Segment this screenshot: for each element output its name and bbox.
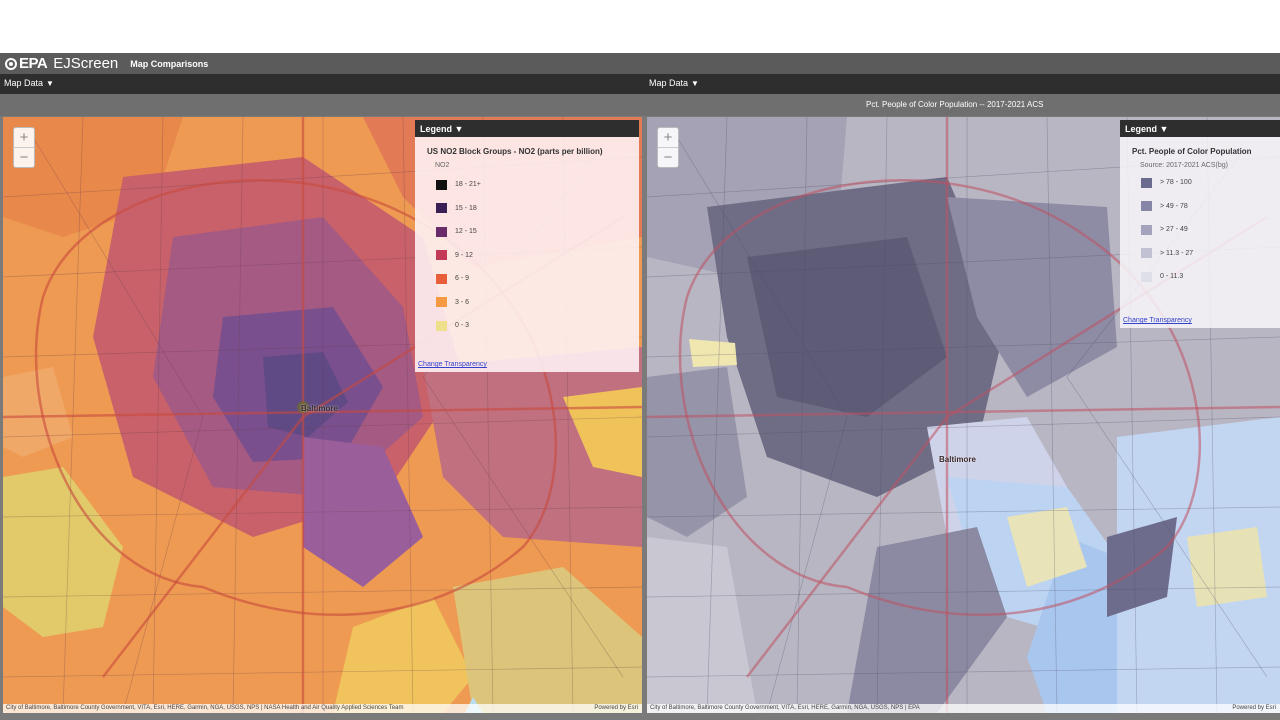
legend-row: > 49 - 78 bbox=[1141, 195, 1280, 219]
right-zoom-control: + − bbox=[657, 127, 679, 168]
legend-swatch bbox=[1141, 271, 1152, 282]
left-zoom-control: + − bbox=[13, 127, 35, 168]
right-map-attribution: City of Baltimore, Baltimore County Gove… bbox=[647, 704, 1280, 713]
legend-swatch bbox=[436, 250, 447, 261]
legend-row: 6 - 9 bbox=[436, 267, 639, 291]
right-zoom-out-button[interactable]: − bbox=[658, 148, 678, 167]
legend-label: 0 - 11.3 bbox=[1160, 273, 1184, 281]
right-powered-by[interactable]: Powered by Esri bbox=[1232, 704, 1276, 713]
right-map-title: Pct. People of Color Population -- 2017-… bbox=[866, 100, 1044, 109]
legend-row: 3 - 6 bbox=[436, 291, 639, 315]
legend-swatch bbox=[436, 203, 447, 214]
right-legend-toggle[interactable]: Legend ▼ bbox=[1120, 120, 1280, 137]
legend-row: 15 - 18 bbox=[436, 197, 639, 221]
legend-row: 12 - 15 bbox=[436, 220, 639, 244]
right-legend-subtitle: Source: 2017-2021 ACS(bg) bbox=[1140, 162, 1228, 169]
app-header: EPA EJScreen Map Comparisons bbox=[0, 53, 1280, 74]
legend-row: 0 - 3 bbox=[436, 314, 639, 338]
right-map-data-label: Map Data bbox=[649, 78, 689, 88]
legend-swatch bbox=[436, 273, 447, 284]
left-zoom-in-button[interactable]: + bbox=[14, 128, 34, 148]
left-map-attribution: City of Baltimore, Baltimore County Gove… bbox=[3, 704, 642, 713]
left-map-place-label: Baltimore bbox=[301, 404, 338, 413]
left-change-transparency-link[interactable]: Change Transparency bbox=[418, 361, 487, 368]
right-map-view[interactable]: + − Baltimore Legend ▼ Pct. People of Co… bbox=[647, 117, 1280, 713]
legend-swatch bbox=[1141, 248, 1152, 259]
legend-label: 18 - 21+ bbox=[455, 181, 481, 189]
legend-label: > 11.3 - 27 bbox=[1160, 249, 1194, 257]
legend-label: 12 - 15 bbox=[455, 228, 477, 236]
legend-swatch bbox=[1141, 201, 1152, 212]
legend-label: 0 - 3 bbox=[455, 322, 470, 330]
legend-swatch bbox=[436, 226, 447, 237]
right-map-legend: Legend ▼ Pct. People of Color Population… bbox=[1120, 120, 1280, 328]
right-zoom-in-button[interactable]: + bbox=[658, 128, 678, 148]
right-map-data-menu[interactable]: Map Data ▼ bbox=[649, 78, 699, 88]
app-name: EJScreen bbox=[53, 55, 119, 72]
legend-label: 6 - 9 bbox=[455, 275, 470, 283]
epa-logo[interactable]: EPA bbox=[5, 55, 48, 72]
legend-swatch bbox=[1141, 224, 1152, 235]
legend-label: 15 - 18 bbox=[455, 204, 477, 212]
legend-row: > 78 - 100 bbox=[1141, 171, 1280, 195]
legend-row: 0 - 11.3 bbox=[1141, 265, 1280, 289]
chevron-down-icon: ▼ bbox=[691, 79, 699, 88]
legend-row: 9 - 12 bbox=[436, 244, 639, 268]
right-change-transparency-link[interactable]: Change Transparency bbox=[1123, 317, 1192, 324]
left-map-data-label: Map Data bbox=[4, 78, 44, 88]
legend-label: > 49 - 78 bbox=[1160, 202, 1188, 210]
left-legend-title: US NO2 Block Groups - NO2 (parts per bil… bbox=[427, 147, 603, 156]
left-powered-by[interactable]: Powered by Esri bbox=[594, 704, 638, 713]
left-map-data-menu[interactable]: Map Data ▼ bbox=[4, 78, 54, 88]
legend-label: 9 - 12 bbox=[455, 251, 473, 259]
left-zoom-out-button[interactable]: − bbox=[14, 148, 34, 167]
left-attribution-text: City of Baltimore, Baltimore County Gove… bbox=[6, 705, 404, 711]
legend-swatch bbox=[436, 320, 447, 331]
chevron-down-icon: ▼ bbox=[46, 79, 54, 88]
legend-label: > 27 - 49 bbox=[1160, 226, 1188, 234]
legend-swatch bbox=[1141, 177, 1152, 188]
legend-row: > 11.3 - 27 bbox=[1141, 242, 1280, 266]
right-legend-items: > 78 - 100 > 49 - 78 > 27 - 49 > 11.3 - 27 0… bbox=[1120, 171, 1280, 289]
legend-row: 18 - 21+ bbox=[436, 173, 639, 197]
brand-label: EPA bbox=[19, 55, 48, 72]
map-info-bar: Pct. People of Color Population -- 2017-… bbox=[0, 94, 1280, 116]
page-subtitle: Map Comparisons bbox=[130, 58, 209, 69]
left-map-legend: Legend ▼ US NO2 Block Groups - NO2 (part… bbox=[415, 120, 639, 372]
left-legend-items: 18 - 21+ 15 - 18 12 - 15 9 - 12 6 - 9 3 - 6 0 … bbox=[415, 173, 639, 338]
left-legend-toggle[interactable]: Legend ▼ bbox=[415, 120, 639, 137]
legend-label: 3 - 6 bbox=[455, 298, 470, 306]
left-legend-subtitle: NO2 bbox=[435, 162, 450, 169]
right-attribution-text: City of Baltimore, Baltimore County Gove… bbox=[650, 705, 920, 711]
left-map-view[interactable]: + − Baltimore Legend ▼ US NO2 Block Grou… bbox=[3, 117, 642, 713]
right-map-place-label: Baltimore bbox=[939, 455, 976, 464]
legend-swatch bbox=[436, 179, 447, 190]
menu-bar: Map Data ▼ Map Data ▼ bbox=[0, 74, 1280, 94]
legend-label: > 78 - 100 bbox=[1160, 179, 1192, 187]
app-window: EPA EJScreen Map Comparisons Map Data ▼ M… bbox=[0, 53, 1280, 720]
legend-row: > 27 - 49 bbox=[1141, 218, 1280, 242]
epa-flower-icon bbox=[5, 57, 17, 70]
legend-swatch bbox=[436, 297, 447, 308]
right-legend-title: Pct. People of Color Population bbox=[1132, 147, 1252, 156]
